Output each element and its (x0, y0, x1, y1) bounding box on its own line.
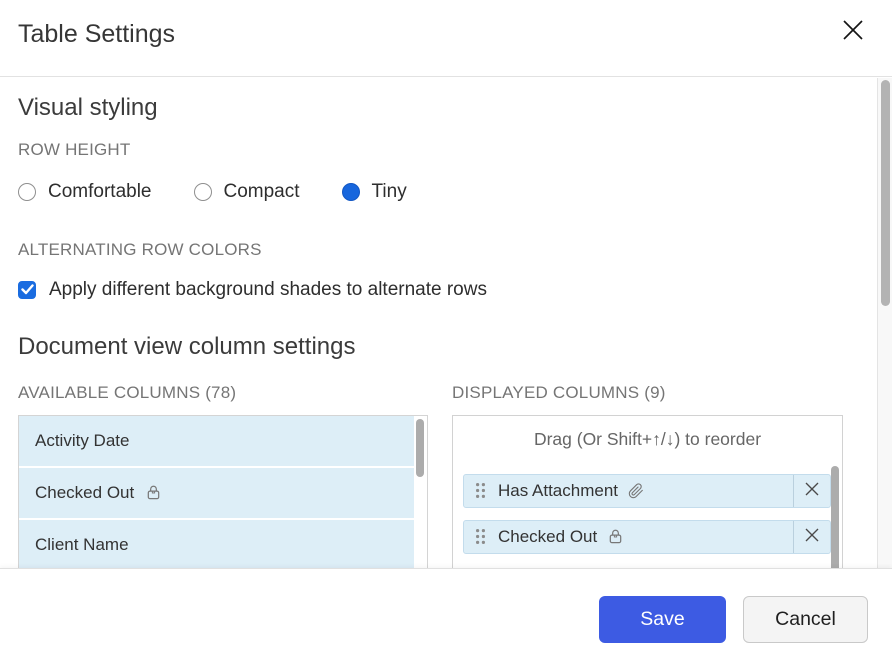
row-height-label: ROW HEIGHT (18, 140, 892, 160)
modal-body: Visual styling ROW HEIGHT Comfortable Co… (0, 78, 892, 568)
remove-column-button[interactable] (793, 475, 830, 507)
column-name: Checked Out (498, 527, 597, 547)
alternate-rows-checkbox-label: Apply different background shades to alt… (49, 279, 487, 301)
reorder-hint: Drag (Or Shift+↑/↓) to reorder (453, 429, 842, 450)
radio-circle-icon (342, 183, 360, 201)
row-height-radio-group: Comfortable Compact Tiny (18, 181, 892, 203)
remove-column-button[interactable] (793, 521, 830, 553)
column-name: Checked Out (35, 483, 134, 503)
available-list-scrollbar[interactable] (416, 419, 424, 477)
displayed-columns-label: DISPLAYED COLUMNS (9) (452, 383, 843, 403)
remove-icon (803, 526, 821, 547)
column-name: Has Attachment (498, 481, 618, 501)
radio-tiny[interactable]: Tiny (342, 181, 407, 203)
displayed-columns-panel: DISPLAYED COLUMNS (9) Drag (Or Shift+↑/↓… (452, 383, 843, 568)
modal-footer: Save Cancel (0, 568, 892, 659)
checkbox-icon[interactable] (18, 281, 36, 299)
save-button[interactable]: Save (599, 596, 726, 643)
available-columns-list: Activity Date Checked Out (18, 415, 428, 568)
radio-circle-icon (194, 183, 212, 201)
available-columns-panel: AVAILABLE COLUMNS (78) Activity Date Che… (18, 383, 428, 568)
radio-label: Tiny (372, 181, 407, 203)
displayed-items: Has Attachment (463, 474, 831, 554)
close-icon (841, 18, 865, 45)
radio-compact[interactable]: Compact (194, 181, 300, 203)
lock-icon (607, 528, 624, 545)
cancel-button[interactable]: Cancel (743, 596, 868, 643)
radio-label: Compact (224, 181, 300, 203)
column-name: Client Name (35, 535, 129, 555)
column-name: Activity Date (35, 431, 129, 451)
list-item[interactable]: Activity Date (19, 416, 414, 466)
modal-scrollbar-thumb[interactable] (881, 80, 890, 306)
column-settings-heading: Document view column settings (18, 333, 892, 362)
radio-comfortable[interactable]: Comfortable (18, 181, 152, 203)
modal-scrollbar-track[interactable] (877, 78, 892, 568)
displayed-item-checked-out[interactable]: Checked Out (463, 520, 831, 554)
remove-icon (803, 480, 821, 501)
radio-circle-icon (18, 183, 36, 201)
displayed-columns-list: Drag (Or Shift+↑/↓) to reorder Has Attac (452, 415, 843, 568)
available-columns-label: AVAILABLE COLUMNS (78) (18, 383, 428, 403)
table-settings-modal: Table Settings Visual styling ROW HEIGHT… (0, 0, 892, 659)
alternate-rows-checkbox-row[interactable]: Apply different background shades to alt… (18, 279, 892, 301)
drag-handle-icon[interactable] (475, 528, 486, 545)
displayed-list-scrollbar[interactable] (831, 466, 839, 568)
modal-title: Table Settings (18, 20, 175, 49)
displayed-item-has-attachment[interactable]: Has Attachment (463, 474, 831, 508)
list-item[interactable]: Checked Out (19, 468, 414, 518)
paperclip-icon (628, 483, 644, 499)
modal-header: Table Settings (0, 0, 892, 77)
lock-icon (145, 484, 162, 501)
radio-label: Comfortable (48, 181, 152, 203)
close-button[interactable] (838, 16, 868, 46)
column-settings-panels: AVAILABLE COLUMNS (78) Activity Date Che… (18, 383, 892, 568)
alternating-row-colors-label: ALTERNATING ROW COLORS (18, 240, 892, 260)
list-item[interactable]: Client Name (19, 520, 414, 568)
drag-handle-icon[interactable] (475, 482, 486, 499)
visual-styling-heading: Visual styling (18, 94, 892, 123)
